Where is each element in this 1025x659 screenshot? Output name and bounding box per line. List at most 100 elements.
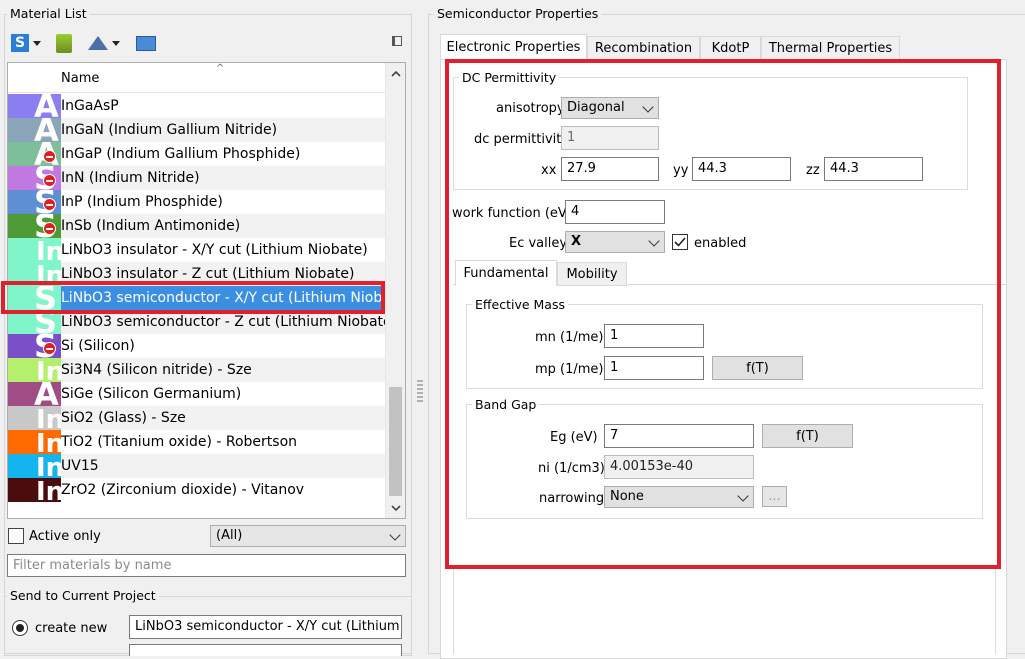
create-new-name-value: LiNbO3 semiconductor - X/Y cut (Lithium … [135,619,401,634]
material-color-swatch: S [8,334,61,358]
chevron-down-icon [33,40,41,46]
selected-row-highlight [1,281,385,314]
scroll-up-icon[interactable] [391,69,401,79]
splitter-handle[interactable] [417,380,423,402]
tab-kdotp[interactable]: KdotP [700,36,761,60]
material-color-swatch: A [8,94,61,118]
list-item[interactable]: SInP (Indium Phosphide) [8,190,385,214]
material-color-swatch: S [8,190,61,214]
delete-button[interactable] [51,31,77,55]
tab-electronic-properties[interactable]: Electronic Properties [440,34,587,60]
list-item[interactable]: AInGaP (Indium Gallium Phosphide) [8,142,385,166]
collapse-panel-button[interactable] [390,34,404,48]
list-item[interactable]: SSi (Silicon) [8,334,385,358]
list-item-label: InSb (Indium Antimonide) [61,218,241,234]
material-type-icon: In [36,454,61,478]
list-item-label: InGaN (Indium Gallium Nitride) [61,122,278,138]
list-item-label: InN (Indium Nitride) [61,170,200,186]
material-type-icon: In [36,358,61,382]
list-item-label: TiO2 (Titanium oxide) - Robertson [61,434,298,450]
column-name-header[interactable]: Name [61,71,99,86]
lower-content-frame [453,569,996,654]
mountain-icon [88,36,108,50]
list-item[interactable]: InTiO2 (Titanium oxide) - Robertson [8,430,385,454]
list-item-label: LiNbO3 insulator - X/Y cut (Lithium Niob… [61,242,368,258]
filter-placeholder: Filter materials by name [13,558,172,573]
list-item-label: LiNbO3 semiconductor - Z cut (Lithium Ni… [61,314,385,330]
trash-icon [56,33,72,53]
list-item-label: UV15 [61,458,99,474]
material-color-swatch: A [8,142,61,166]
tab-recombination[interactable]: Recombination [587,36,700,60]
material-color-swatch: A [8,118,61,142]
list-item-label: Si (Silicon) [61,338,135,354]
list-scrollbar[interactable] [385,63,405,518]
create-new-name-input[interactable]: LiNbO3 semiconductor - X/Y cut (Lithium … [129,615,402,639]
list-item[interactable]: InLiNbO3 insulator - X/Y cut (Lithium Ni… [8,238,385,262]
material-color-swatch: S [8,166,61,190]
inactive-icon [43,174,56,187]
material-type-icon: A [34,382,59,406]
category-filter-value: (All) [216,528,243,543]
filter-materials-input[interactable]: Filter materials by name [7,554,406,577]
scroll-thumb[interactable] [389,387,402,496]
chevron-down-icon [389,529,401,541]
list-item[interactable]: InZrO2 (Zirconium dioxide) - Vitanov [8,478,385,502]
active-only-checkbox[interactable] [8,528,24,544]
inactive-icon [43,342,56,355]
material-type-icon: In [36,406,61,430]
semiconductor-icon: S [11,34,29,52]
material-type-icon: In [36,478,61,502]
list-item[interactable]: A InGaN (Indium Gallium Nitride) [8,118,385,142]
list-item[interactable]: SInN (Indium Nitride) [8,166,385,190]
inactive-icon [43,198,56,211]
material-color-swatch: In [8,478,61,502]
material-color-swatch: In [8,430,61,454]
properties-highlight [445,59,1001,569]
list-item-label: InGaP (Indium Gallium Phosphide) [61,146,301,162]
material-color-swatch: In [8,406,61,430]
open-folder-button[interactable] [132,31,160,55]
list-item[interactable]: InSi3N4 (Silicon nitride) - Sze [8,358,385,382]
category-filter-select[interactable]: (All) [210,525,406,547]
list-item-label: ZrO2 (Zirconium dioxide) - Vitanov [61,482,305,498]
material-color-swatch: In [8,358,61,382]
semiconductor-type-button[interactable]: S [8,31,44,55]
import-button[interactable] [83,31,125,55]
list-item[interactable]: SInSb (Indium Antimonide) [8,214,385,238]
list-item-label: InGaAsP [61,98,119,114]
collapse-icon [392,36,402,46]
material-color-swatch: In [8,238,61,262]
material-color-swatch: In [8,454,61,478]
sort-indicator-icon: ^ [216,63,225,74]
list-item[interactable]: InSiO2 (Glass) - Sze [8,406,385,430]
list-item[interactable]: InUV15 [8,454,385,478]
create-new-label: create new [35,621,108,636]
create-new-radio[interactable] [12,620,28,636]
scroll-down-icon[interactable] [391,503,401,513]
inactive-icon [43,222,56,235]
list-item-label: LiNbO3 insulator - Z cut (Lithium Niobat… [61,266,355,282]
material-list-title: Material List [7,6,90,21]
folder-icon [136,35,156,51]
list-item-label: InP (Indium Phosphide) [61,194,223,210]
tab-thermal-properties[interactable]: Thermal Properties [761,36,900,60]
inactive-icon [43,150,56,163]
material-type-icon: In [36,430,61,454]
send-to-project-title: Send to Current Project [7,588,159,603]
chevron-down-icon [112,40,120,46]
list-item-label: Si3N4 (Silicon nitride) - Sze [61,362,252,378]
semiconductor-properties-title: Semiconductor Properties [434,6,602,21]
material-type-icon: A [34,118,59,142]
material-color-swatch: S [8,214,61,238]
material-color-swatch: A [8,382,61,406]
list-item[interactable]: A InGaAsP [8,94,385,118]
list-header: Name ^ [8,63,391,93]
secondary-input[interactable] [129,644,402,656]
list-item-label: SiO2 (Glass) - Sze [61,410,186,426]
material-type-icon: A [34,94,59,118]
active-only-label: Active only [29,529,101,544]
list-item[interactable]: A SiGe (Silicon Germanium) [8,382,385,406]
list-item-label: SiGe (Silicon Germanium) [61,386,242,402]
material-type-icon: In [36,238,61,262]
